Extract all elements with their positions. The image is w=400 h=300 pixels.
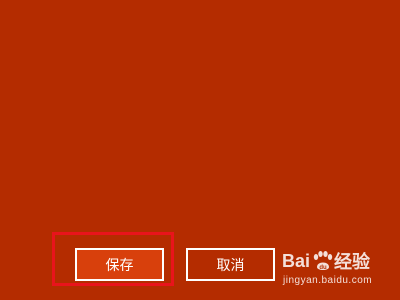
svg-text:du: du [319, 265, 327, 271]
save-button-label: 保存 [105, 257, 134, 274]
paw-icon: du [313, 251, 333, 271]
watermark-logo-text-left: Bai [282, 250, 311, 271]
watermark-logo: Bai du 经验 [282, 248, 370, 274]
baidu-jingyan-watermark: Bai du 经验 jingyan.baidu.com [282, 248, 396, 296]
cancel-button[interactable]: 取消 [186, 248, 275, 281]
cancel-button-label: 取消 [216, 257, 245, 274]
save-button[interactable]: 保存 [75, 248, 164, 281]
watermark-url: jingyan.baidu.com [283, 275, 373, 286]
watermark-logo-text-right: 经验 [334, 252, 371, 272]
